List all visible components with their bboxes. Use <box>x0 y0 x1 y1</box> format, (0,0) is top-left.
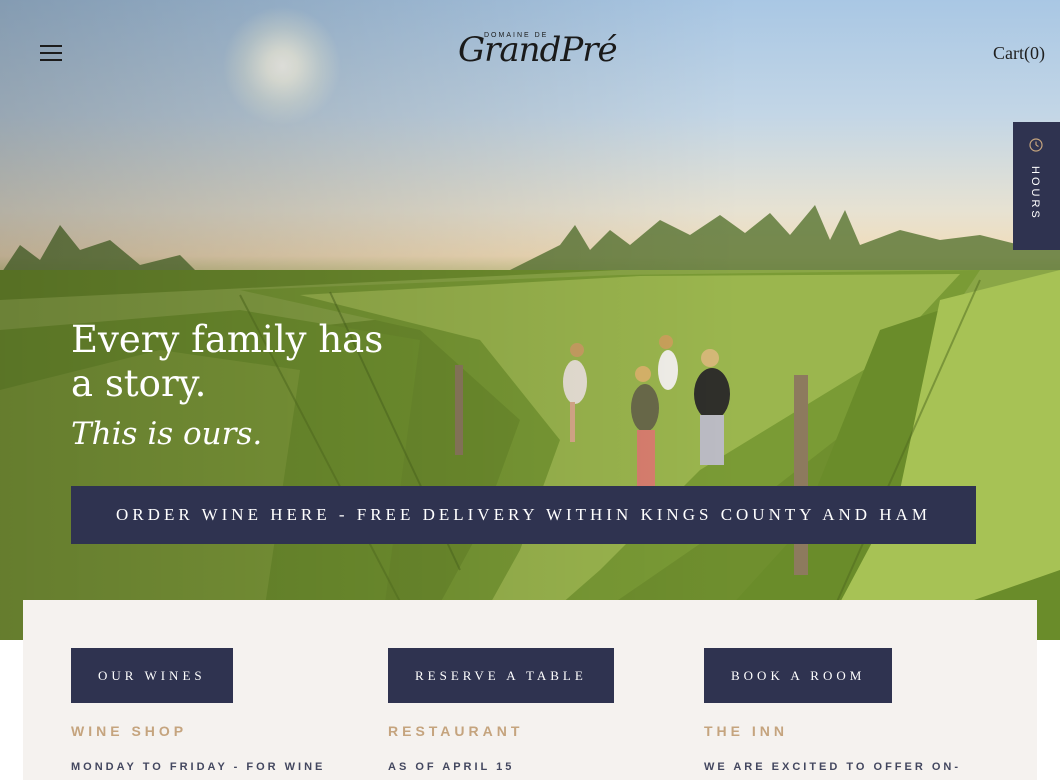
wine-shop-column: OUR WINES WINE SHOP MONDAY TO FRIDAY - F… <box>71 648 325 773</box>
wine-shop-heading: WINE SHOP <box>71 723 188 739</box>
restaurant-column: RESERVE A TABLE RESTAURANT AS OF APRIL 1… <box>388 648 614 773</box>
inn-text: WE ARE EXCITED TO OFFER ON- <box>704 761 962 773</box>
hours-label: HOURS <box>1029 166 1041 221</box>
clock-icon <box>1029 138 1043 152</box>
inn-column: BOOK A ROOM THE INN WE ARE EXCITED TO OF… <box>704 648 961 773</box>
restaurant-heading: RESTAURANT <box>388 723 524 739</box>
logo-tagline: DOMAINE DE <box>484 32 549 39</box>
info-panel: OUR WINES WINE SHOP MONDAY TO FRIDAY - F… <box>23 600 1037 780</box>
restaurant-hours: AS OF APRIL 15 <box>388 761 515 773</box>
menu-line <box>40 45 62 47</box>
inn-heading: THE INN <box>704 723 788 739</box>
book-room-button[interactable]: BOOK A ROOM <box>704 648 893 703</box>
order-wine-button[interactable]: ORDER WINE HERE - FREE DELIVERY WITHIN K… <box>71 486 976 544</box>
wine-shop-hours: MONDAY TO FRIDAY - FOR WINE <box>71 761 326 773</box>
our-wines-button[interactable]: OUR WINES <box>71 648 233 703</box>
hamburger-menu-icon[interactable] <box>40 45 62 63</box>
site-logo[interactable]: GrandPré DOMAINE DE <box>456 26 618 84</box>
menu-line <box>40 59 62 61</box>
reserve-table-button[interactable]: RESERVE A TABLE <box>388 648 614 703</box>
hero-title: Every family has a story. <box>71 318 384 405</box>
menu-line <box>40 52 62 54</box>
cart-link[interactable]: Cart(0) <box>993 43 1045 64</box>
hero-subtitle: This is ours. <box>71 416 263 452</box>
page: GrandPré DOMAINE DE Cart(0) HOURS Every … <box>0 0 1060 780</box>
hours-tab[interactable]: HOURS <box>1013 122 1060 250</box>
